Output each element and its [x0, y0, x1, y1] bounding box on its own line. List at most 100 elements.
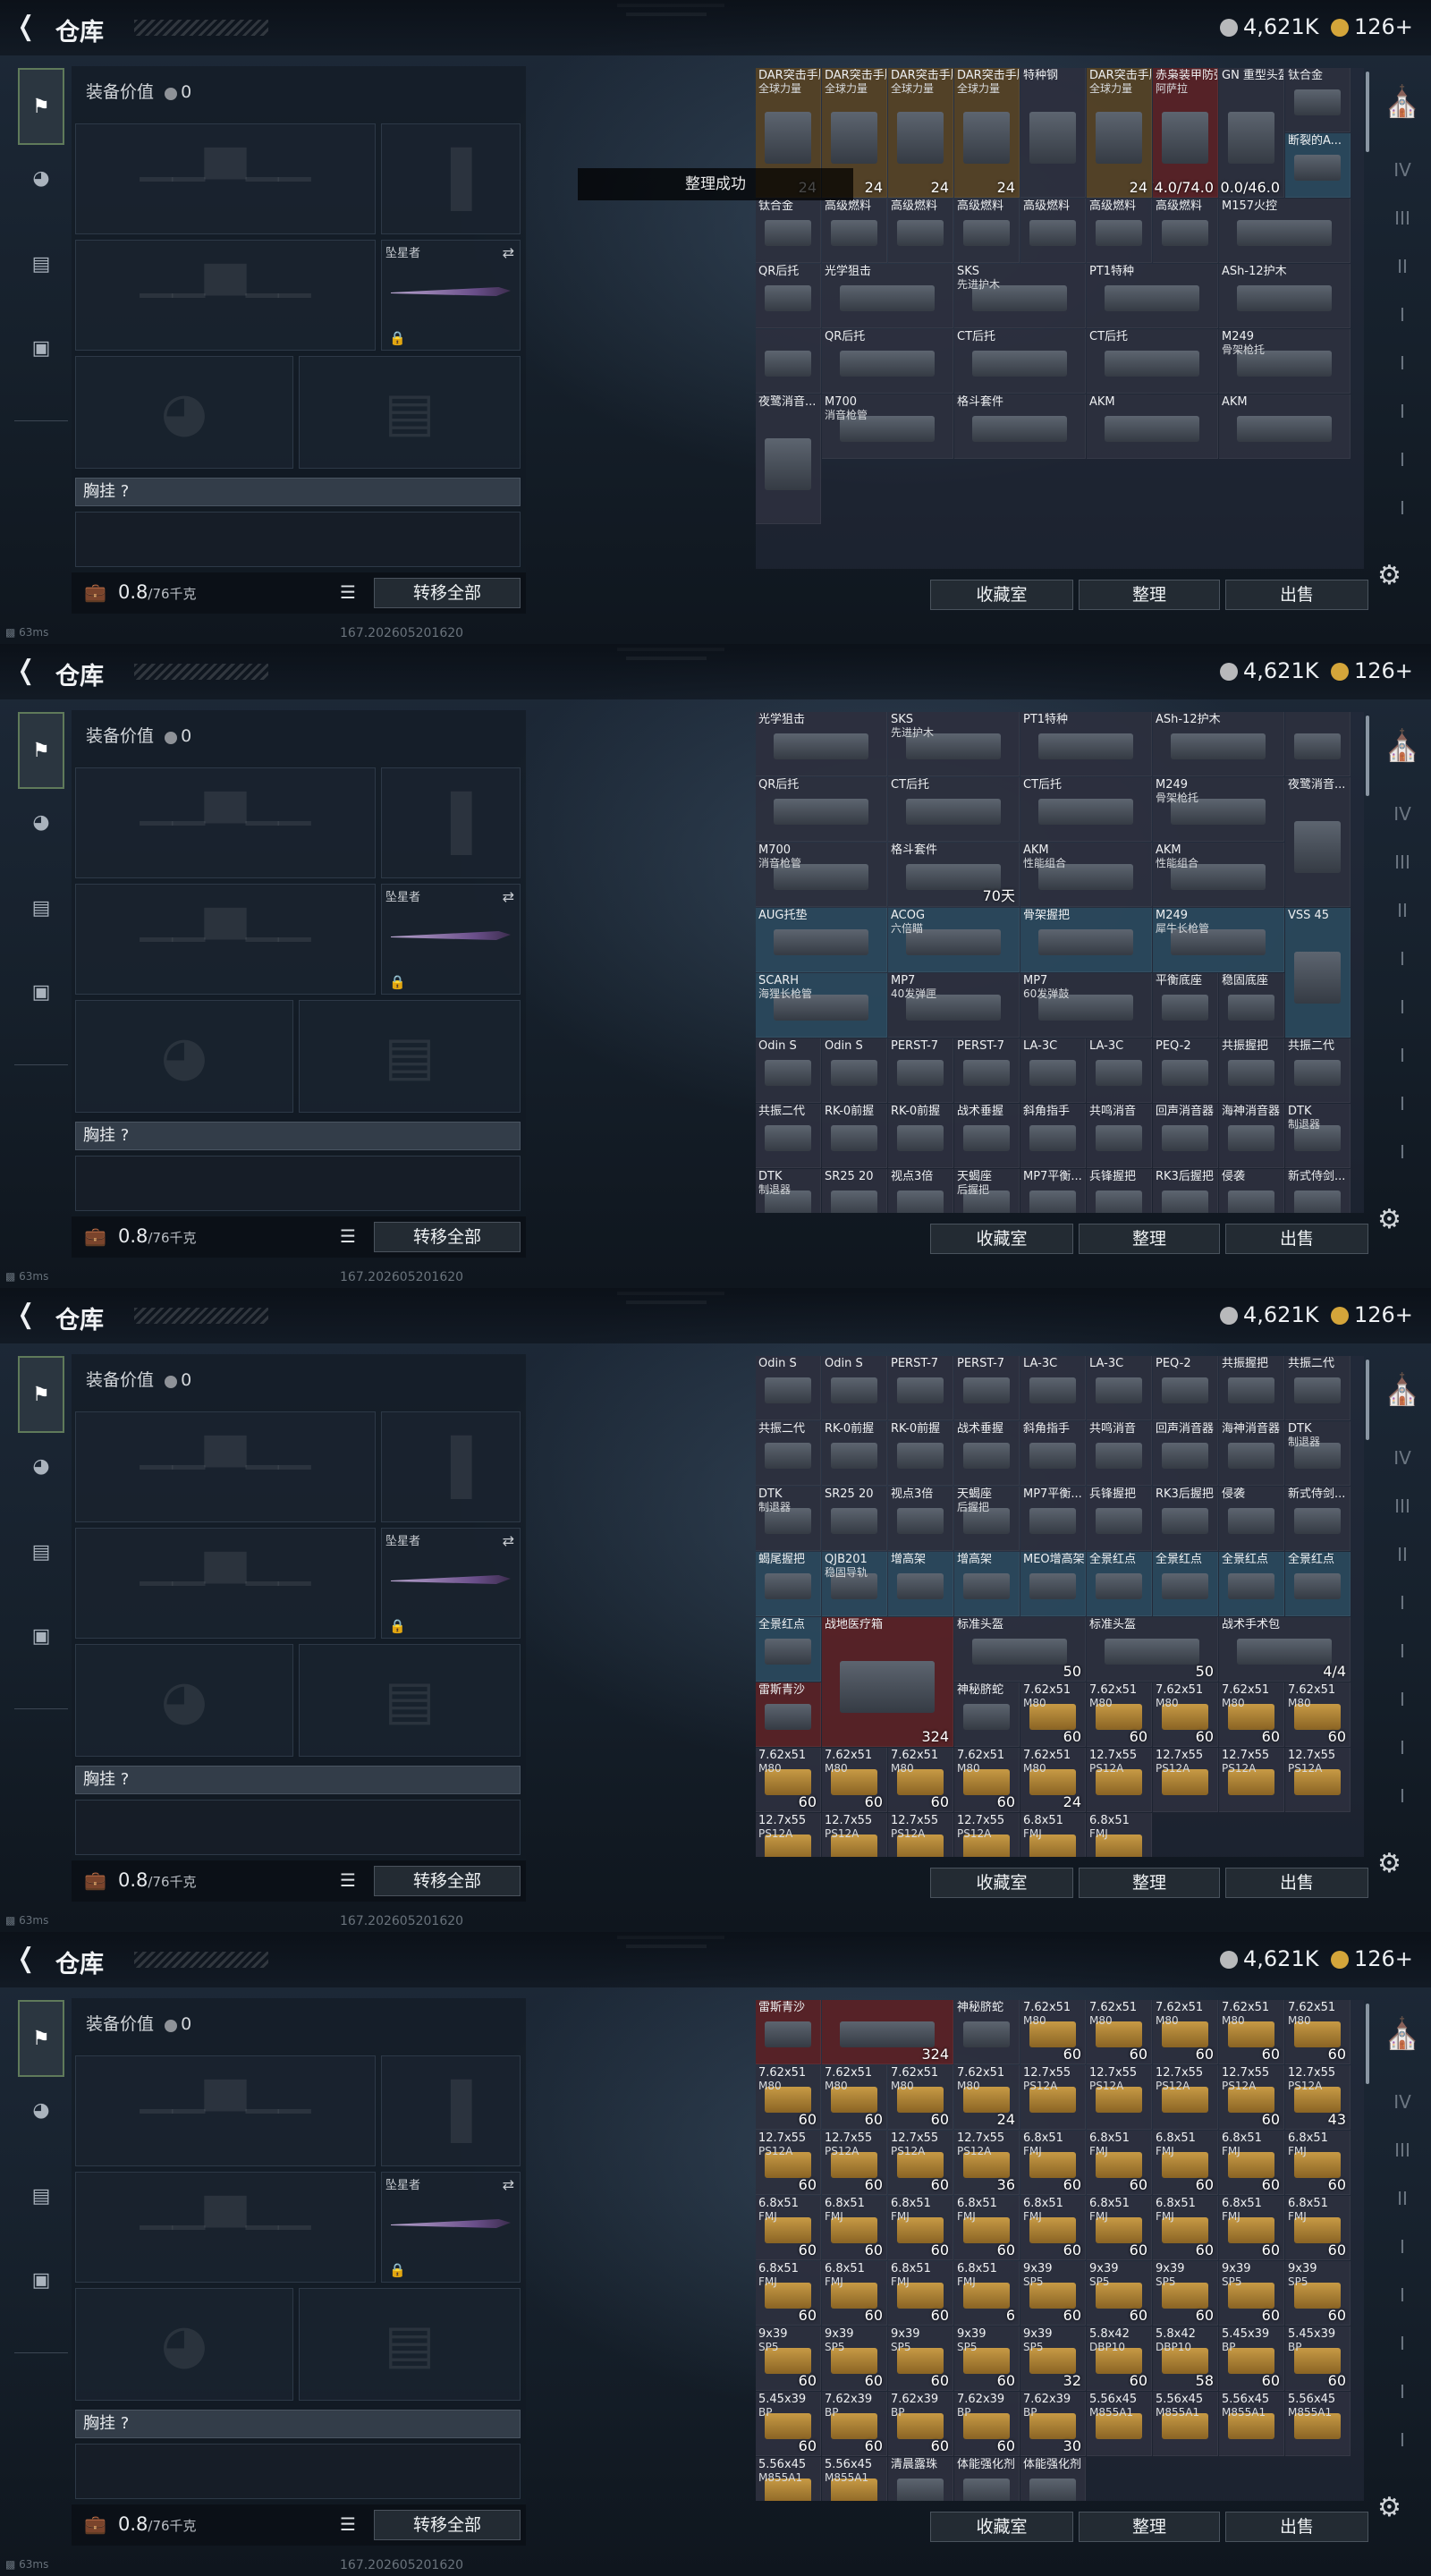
inventory-item[interactable]: RK-0前握 [888, 1104, 953, 1168]
gear-icon[interactable]: ⚙ [1377, 1204, 1401, 1235]
tab-storage-3[interactable]: III [1381, 1485, 1424, 1528]
inventory-item[interactable]: 标准头盔 50 [954, 1617, 1086, 1682]
inventory-item[interactable]: LA-3C [1087, 1038, 1152, 1103]
inventory-item[interactable]: DTK 制退器 [1285, 1421, 1351, 1486]
melee-slot[interactable]: 坠星者 ⇄ 🔒 [381, 1528, 521, 1639]
inventory-item[interactable]: 7.62x51 M80 60 [888, 2065, 953, 2130]
inventory-item[interactable]: 7.62x51 M80 60 [822, 2065, 887, 2130]
inventory-item[interactable]: 战术手术包 4/4 [1219, 1617, 1351, 1682]
transfer-all-button[interactable]: 转移全部 [374, 2510, 521, 2540]
inventory-item[interactable]: 6.8x51 FMJ 60 [1285, 2196, 1351, 2260]
premium-balance[interactable]: 126+ [1331, 14, 1413, 39]
melee-slot[interactable]: 坠星者 ⇄ 🔒 [381, 2172, 521, 2283]
tab-storage-2[interactable]: II [1381, 2177, 1424, 2220]
helmet-slot[interactable]: ◕ [75, 1644, 293, 1757]
inventory-item[interactable]: 5.56x45 M855A1 [822, 2457, 887, 2501]
inventory-item[interactable]: 5.45x39 BP 60 [756, 2392, 821, 2456]
inventory-item[interactable]: PERST-7 [954, 1038, 1020, 1103]
inventory-item[interactable]: 战地医疗箱 324 [822, 1617, 953, 1747]
tab-storage-extra[interactable]: I [1381, 2419, 1424, 2462]
inventory-item[interactable]: 共振握把 [1219, 1038, 1284, 1103]
back-arrow-icon[interactable]: ❬ [13, 13, 39, 41]
inventory-item[interactable]: 324 [822, 2000, 953, 2064]
tab-weapons[interactable]: ⚑ [18, 2000, 64, 2077]
tab-backpack[interactable]: ▣ [18, 326, 64, 370]
inventory-item[interactable]: 高级燃料 [1020, 199, 1086, 263]
tab-storage-2[interactable]: II [1381, 889, 1424, 932]
inventory-item[interactable]: 钛合金 [1285, 68, 1351, 132]
inventory-item[interactable] [1285, 712, 1351, 776]
inventory-item[interactable]: 战术垂握 [954, 1104, 1020, 1168]
inventory-item[interactable]: 天蝎座 后握把 [954, 1487, 1020, 1551]
inventory-item[interactable]: 9x39 SP5 60 [822, 2326, 887, 2391]
tab-armor[interactable]: ▤ [18, 242, 64, 286]
inventory-item[interactable]: MP7平衡... [1020, 1487, 1086, 1551]
help-icon[interactable]: ? [121, 1770, 130, 1789]
pistol-slot[interactable]: ▐ [381, 123, 521, 234]
primary-weapon-slot[interactable]: ──▀── [75, 1411, 376, 1522]
inventory-item[interactable]: MP7平衡... [1020, 1169, 1086, 1213]
inventory-item[interactable]: QR后托 [756, 264, 821, 328]
inventory-item[interactable]: ASh-12护木 [1153, 712, 1284, 776]
inventory-item[interactable]: DAR突击手胸挂全球力量 24 [954, 68, 1020, 198]
inventory-item[interactable]: DTK 制退器 [756, 1169, 821, 1213]
inventory-item[interactable]: 7.62x51 M80 60 [1285, 1682, 1351, 1747]
inventory-item[interactable]: 7.62x51 M80 24 [1020, 1748, 1086, 1812]
tab-storage-extra[interactable]: I [1381, 1131, 1424, 1174]
premium-balance[interactable]: 126+ [1331, 658, 1413, 683]
armor-slot[interactable]: ▤ [299, 1644, 521, 1757]
inventory-item[interactable]: 6.8x51 FMJ 60 [1020, 2196, 1086, 2260]
inventory-item[interactable]: 新式侍剑... [1285, 1169, 1351, 1213]
inventory-item[interactable]: 夜鹭消音... [756, 394, 821, 524]
gear-icon[interactable]: ⚙ [1377, 2492, 1401, 2523]
inventory-item[interactable]: 7.62x51 M80 60 [1087, 1682, 1152, 1747]
inventory-item[interactable]: MP7 60发弹鼓 [1020, 973, 1152, 1038]
inventory-item[interactable]: 高级燃料 [1087, 199, 1152, 263]
inventory-item[interactable]: 回声消音器 [1153, 1421, 1218, 1486]
inventory-item[interactable]: AKM [1219, 394, 1351, 459]
inventory-item[interactable]: 格斗套件 [954, 394, 1086, 459]
inventory-item[interactable]: ASh-12护木 [1219, 264, 1351, 328]
inventory-item[interactable]: 兵锋握把 [1087, 1169, 1152, 1213]
premium-balance[interactable]: 126+ [1331, 1946, 1413, 1971]
inventory-item[interactable]: PEQ-2 [1153, 1356, 1218, 1420]
inventory-item[interactable]: 7.62x51 M80 60 [1020, 2000, 1086, 2064]
tab-storage-extra[interactable]: I [1381, 2225, 1424, 2268]
swap-icon[interactable]: ⇄ [503, 244, 514, 261]
list-icon[interactable]: ☰ [340, 1869, 356, 1891]
inventory-item[interactable]: 清晨露珠 [888, 2457, 953, 2501]
inventory-item[interactable]: 共鸣消音 [1087, 1104, 1152, 1168]
inventory-item[interactable]: 12.7x55 PS12A 60 [756, 2131, 821, 2195]
tab-storage-2[interactable]: II [1381, 1533, 1424, 1576]
tab-storage-4[interactable]: IV [1381, 148, 1424, 191]
inventory-item[interactable]: 体能强化剂 [954, 2457, 1020, 2501]
inventory-item[interactable]: 12.7x55 PS12A 43 [1285, 2065, 1351, 2130]
inventory-grid[interactable]: 光学狙击 SKS 先进护木 PT1特种 ASh-12护木 QR后托 CT后托 CT后托 M249… [756, 712, 1364, 1213]
sort-button[interactable]: 整理 [1079, 2512, 1220, 2542]
inventory-item[interactable]: 6.8x51 FMJ 60 [1219, 2131, 1284, 2195]
inventory-item[interactable]: 体能强化剂 [1020, 2457, 1086, 2501]
tab-storage-extra[interactable]: I [1381, 293, 1424, 336]
inventory-item[interactable]: 12.7x55 PS12A [1153, 1748, 1218, 1812]
sort-button[interactable]: 整理 [1079, 580, 1220, 610]
inventory-item[interactable]: 全景红点 [1087, 1552, 1152, 1616]
inventory-item[interactable]: 6.8x51 FMJ 60 [1087, 2131, 1152, 2195]
vault-button[interactable]: 收藏室 [930, 1868, 1073, 1898]
back-arrow-icon[interactable]: ❬ [13, 1945, 39, 1973]
tab-storage-extra[interactable]: I [1381, 986, 1424, 1029]
tab-weapons[interactable]: ⚑ [18, 68, 64, 145]
inventory-item[interactable]: 12.7x55 PS12A [1153, 2065, 1218, 2130]
inventory-item[interactable]: DTK 制退器 [756, 1487, 821, 1551]
inventory-item[interactable]: 视点3倍 [888, 1169, 953, 1213]
help-icon[interactable]: ? [121, 482, 130, 501]
inventory-item[interactable]: 5.56x45 M855A1 [1087, 2392, 1152, 2456]
inventory-item[interactable]: ACOG 六倍瞄 [888, 908, 1020, 972]
coin-balance[interactable]: 4,621K [1220, 658, 1318, 683]
tab-storage-extra[interactable]: I [1381, 1034, 1424, 1077]
inventory-item[interactable]: 12.7x55 PS12A 60 [888, 2131, 953, 2195]
inventory-item[interactable]: QR后托 [822, 329, 953, 394]
inventory-item[interactable]: 7.62x51 M80 60 [1153, 1682, 1218, 1747]
vault-button[interactable]: 收藏室 [930, 2512, 1073, 2542]
inventory-item[interactable]: 6.8x51 FMJ 60 [756, 2261, 821, 2326]
tab-storage-4[interactable]: IV [1381, 792, 1424, 835]
